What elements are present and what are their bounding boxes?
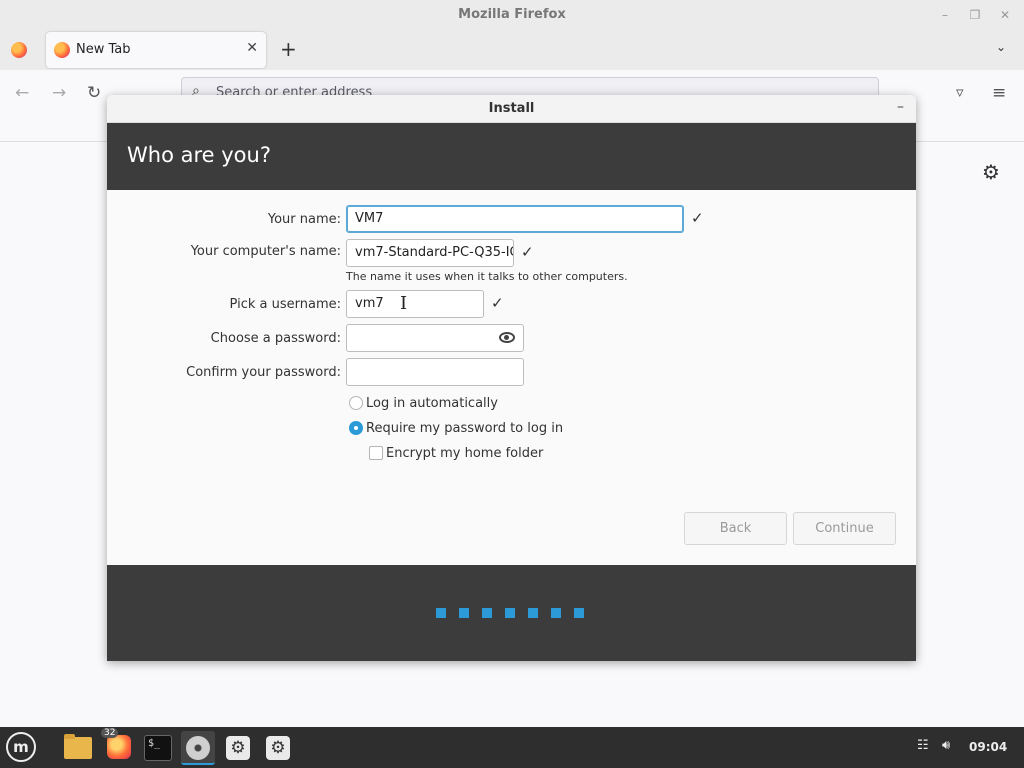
name-field[interactable]: VM7 [346, 205, 684, 233]
encrypt-home-checkbox[interactable] [369, 446, 383, 460]
name-valid-check-icon: ✓ [691, 209, 704, 227]
firefox-titlebar: Mozilla Firefox – ❐ ✕ [0, 0, 1024, 30]
menu-hamburger-icon[interactable]: ≡ [992, 83, 1006, 103]
network-icon[interactable]: ☷ [917, 738, 929, 753]
back-arrow-icon[interactable]: ← [15, 83, 29, 103]
computer-name-label: Your computer's name: [190, 244, 341, 259]
dialog-header: Who are you? [107, 123, 916, 190]
dialog-title: Install [488, 101, 535, 116]
progress-step-dot [482, 608, 492, 618]
back-button[interactable]: Back [684, 512, 787, 545]
page-title: Who are you? [127, 143, 271, 167]
settings-gear-icon: ⚙ [266, 736, 290, 760]
maximize-window-button[interactable]: ❐ [966, 6, 984, 24]
terminal-icon: $_ [144, 735, 172, 761]
computer-name-field[interactable]: vm7-Standard-PC-Q35-IC [346, 239, 514, 267]
firefox-app-icon [107, 735, 131, 759]
firefox-view-icon[interactable] [11, 42, 27, 58]
taskbar: m $_ ⚙ ⚙ [0, 727, 1024, 768]
username-label: Pick a username: [229, 297, 341, 312]
show-password-eye-icon[interactable] [499, 332, 515, 343]
install-dialog: Install – Who are you? Your name: VM7 ✓ … [107, 95, 916, 661]
tab-label: New Tab [76, 42, 131, 57]
disc-icon [186, 736, 210, 760]
encrypt-home-label[interactable]: Encrypt my home folder [386, 446, 543, 461]
name-label: Your name: [267, 212, 341, 227]
close-window-button[interactable]: ✕ [996, 6, 1014, 24]
progress-step-dot [574, 608, 584, 618]
firefox-window-title: Mozilla Firefox [458, 7, 566, 22]
username-field[interactable]: vm7 [346, 290, 484, 318]
reload-icon[interactable]: ↻ [87, 83, 101, 103]
settings-gear-icon: ⚙ [226, 736, 250, 760]
dialog-footer [107, 565, 916, 661]
progress-step-dot [505, 608, 515, 618]
progress-step-dot [528, 608, 538, 618]
mint-menu-icon[interactable]: m [6, 732, 36, 762]
auto-login-radio[interactable] [349, 396, 363, 410]
continue-button[interactable]: Continue [793, 512, 896, 545]
new-tab-button[interactable]: + [280, 39, 297, 59]
require-password-label[interactable]: Require my password to log in [366, 421, 563, 436]
password-field[interactable] [346, 324, 524, 352]
confirm-password-label: Confirm your password: [186, 365, 341, 380]
text-cursor-icon: I [400, 293, 408, 314]
installer-app-button[interactable] [181, 731, 215, 765]
firefox-icon [54, 42, 70, 58]
settings-app-button-1[interactable]: ⚙ [221, 731, 255, 765]
gear-icon[interactable]: ⚙ [982, 160, 1000, 184]
password-label: Choose a password: [210, 331, 341, 346]
confirm-password-field[interactable] [346, 358, 524, 386]
tab-new-tab[interactable]: New Tab ✕ [46, 32, 266, 68]
minimize-window-button[interactable]: – [936, 6, 954, 24]
terminal-app-button[interactable]: $_ [141, 731, 175, 765]
list-tabs-chevron-icon[interactable]: ⌄ [996, 40, 1006, 54]
close-tab-button[interactable]: ✕ [246, 40, 258, 56]
user-form: Your name: VM7 ✓ Your computer's name: v… [107, 190, 916, 565]
notification-badge: 32 [101, 728, 119, 738]
require-password-radio[interactable] [349, 421, 363, 435]
dialog-titlebar: Install – [107, 95, 916, 123]
volume-icon[interactable]: 🔊︎ [942, 738, 950, 753]
progress-step-dot [436, 608, 446, 618]
progress-step-dot [459, 608, 469, 618]
folder-icon [64, 734, 92, 759]
auto-login-label[interactable]: Log in automatically [366, 396, 498, 411]
username-valid-check-icon: ✓ [491, 294, 504, 312]
computer-name-valid-check-icon: ✓ [521, 243, 534, 261]
clock[interactable]: 09:04 [969, 740, 1007, 754]
pocket-icon[interactable]: ▿ [956, 83, 964, 101]
dialog-minimize-button[interactable]: – [897, 99, 904, 115]
computer-name-hint: The name it uses when it talks to other … [346, 270, 628, 283]
forward-arrow-icon[interactable]: → [52, 83, 66, 103]
progress-step-dot [551, 608, 561, 618]
settings-app-button-2[interactable]: ⚙ [261, 731, 295, 765]
files-app-button[interactable] [61, 731, 95, 765]
